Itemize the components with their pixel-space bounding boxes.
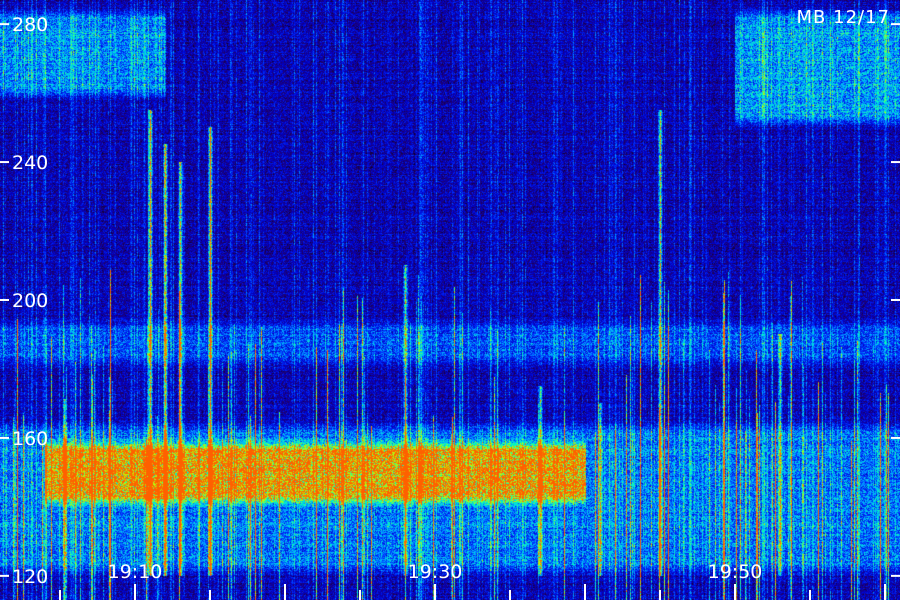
- y-axis: 120 160 200 240 280: [0, 14, 900, 588]
- x-tick-label: 19:50: [708, 561, 763, 583]
- y-tick-label: 120: [12, 566, 48, 588]
- y-tick-label: 240: [12, 152, 48, 174]
- spectrogram-axes: 120 160 200 240 280 19:10 19:30 19:50 MB 12/17: [0, 7, 900, 600]
- corner-label: MB 12/17: [797, 7, 890, 28]
- x-tick-label: 19:10: [108, 561, 163, 583]
- x-axis: 19:10 19:30 19:50: [59, 561, 886, 600]
- y-tick-label: 280: [12, 14, 48, 36]
- x-tick-label: 19:30: [408, 561, 463, 583]
- y-tick-label: 160: [12, 428, 48, 450]
- y-tick-label: 200: [12, 290, 48, 312]
